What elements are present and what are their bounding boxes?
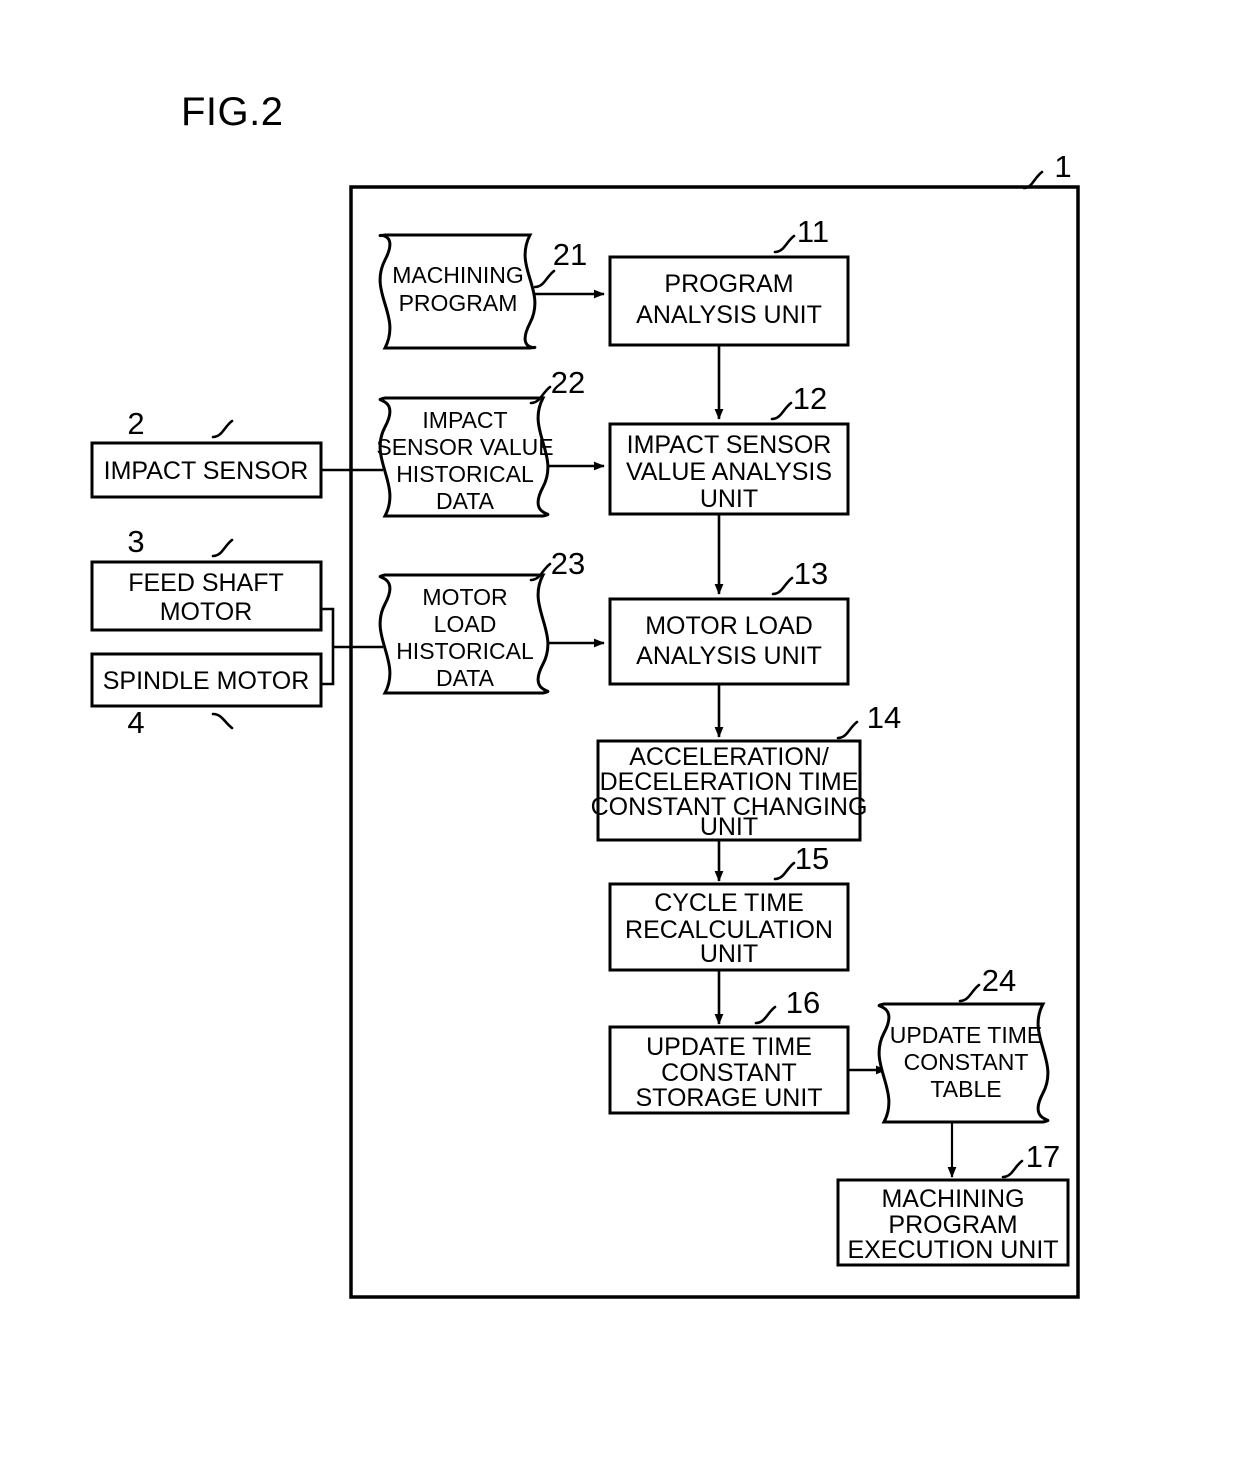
doc-22-label-line-3: HISTORICAL: [396, 461, 534, 487]
ref-number-15: 15: [795, 841, 829, 876]
doc-24-label-line-2: CONSTANT: [904, 1049, 1029, 1075]
ref-number-16: 16: [786, 985, 820, 1020]
patent-figure-diagram: FIG.2 1 IMPACT SENSOR 2 FEED SHAFT MOTOR…: [90, 90, 1080, 1299]
unit-17-label-line-2: PROGRAM: [888, 1211, 1017, 1239]
unit-13-label-line-1: MOTOR LOAD: [645, 612, 813, 640]
leader-line-4: [211, 712, 234, 730]
unit-16-label-line-2: CONSTANT: [661, 1059, 797, 1087]
leader-line-17: [1001, 1159, 1024, 1179]
doc-23-label-line-4: DATA: [436, 665, 495, 691]
doc-23-label-line-1: MOTOR: [422, 584, 507, 610]
figure-root: FIG.2 1 IMPACT SENSOR 2 FEED SHAFT MOTOR…: [0, 0, 1240, 1476]
block-feed-shaft-motor-label-line-2: MOTOR: [160, 598, 253, 626]
doc-machining-program-label-line-2: PROGRAM: [399, 290, 518, 316]
leader-line-21: [533, 269, 556, 289]
doc-24-label-line-3: TABLE: [930, 1076, 1001, 1102]
ref-number-12: 12: [793, 381, 827, 416]
ref-number-23: 23: [551, 546, 585, 581]
ref-number-14: 14: [867, 700, 901, 735]
leader-line-24: [958, 983, 981, 1003]
leader-line-2: [211, 419, 234, 439]
ref-number-13: 13: [794, 556, 828, 591]
doc-22-label-line-4: DATA: [436, 488, 495, 514]
ref-number-22: 22: [551, 365, 585, 400]
leader-line-15: [773, 861, 796, 881]
leader-line-12: [770, 401, 793, 421]
unit-16-label-line-3: STORAGE UNIT: [635, 1084, 822, 1112]
unit-15-label-line-1: CYCLE TIME: [654, 889, 804, 917]
leader-line-16: [754, 1005, 777, 1025]
ref-number-4: 4: [127, 705, 144, 740]
unit-16-label-line-1: UPDATE TIME: [646, 1033, 812, 1061]
unit-15-label-line-3: UNIT: [700, 940, 758, 968]
leader-line-13: [771, 576, 794, 596]
doc-machining-program-label-line-1: MACHINING: [392, 262, 524, 288]
ref-number-17: 17: [1026, 1139, 1060, 1174]
motor-bracket: [321, 607, 335, 686]
leader-line-14: [836, 720, 859, 740]
ref-number-3: 3: [127, 524, 144, 559]
unit-12-label-line-3: UNIT: [700, 485, 758, 513]
doc-23-label-line-2: LOAD: [434, 611, 497, 637]
ref-number-24: 24: [982, 963, 1016, 998]
unit-17-label-line-1: MACHINING: [881, 1185, 1024, 1213]
block-spindle-motor-label: SPINDLE MOTOR: [103, 667, 310, 695]
unit-11-label-line-1: PROGRAM: [664, 270, 793, 298]
ref-number-1: 1: [1054, 149, 1071, 184]
doc-23-label-line-3: HISTORICAL: [396, 638, 534, 664]
unit-14-label-line-4: UNIT: [700, 813, 758, 841]
doc-24-label-line-1: UPDATE TIME: [890, 1022, 1043, 1048]
block-feed-shaft-motor-label-line-1: FEED SHAFT: [128, 569, 284, 597]
unit-14-label-line-1: ACCELERATION/: [629, 743, 829, 771]
block-impact-sensor-label: IMPACT SENSOR: [104, 457, 309, 485]
unit-12-label-line-2: VALUE ANALYSIS: [626, 458, 832, 486]
page-title: FIG.2: [181, 90, 284, 134]
unit-13-label-line-2: ANALYSIS UNIT: [636, 642, 822, 670]
leader-line-3: [211, 538, 234, 558]
leader-line-11: [773, 234, 796, 254]
doc-22-label-line-1: IMPACT: [422, 407, 507, 433]
ref-number-21: 21: [553, 237, 587, 272]
doc-22-label-line-2: SENSOR VALUE: [376, 434, 553, 460]
unit-12-label-line-1: IMPACT SENSOR: [627, 431, 832, 459]
unit-11-label-line-2: ANALYSIS UNIT: [636, 301, 822, 329]
unit-14-label-line-2: DECELERATION TIME: [600, 768, 859, 796]
unit-17-label-line-3: EXECUTION UNIT: [847, 1236, 1058, 1264]
ref-number-11: 11: [797, 214, 829, 249]
ref-number-2: 2: [127, 406, 144, 441]
